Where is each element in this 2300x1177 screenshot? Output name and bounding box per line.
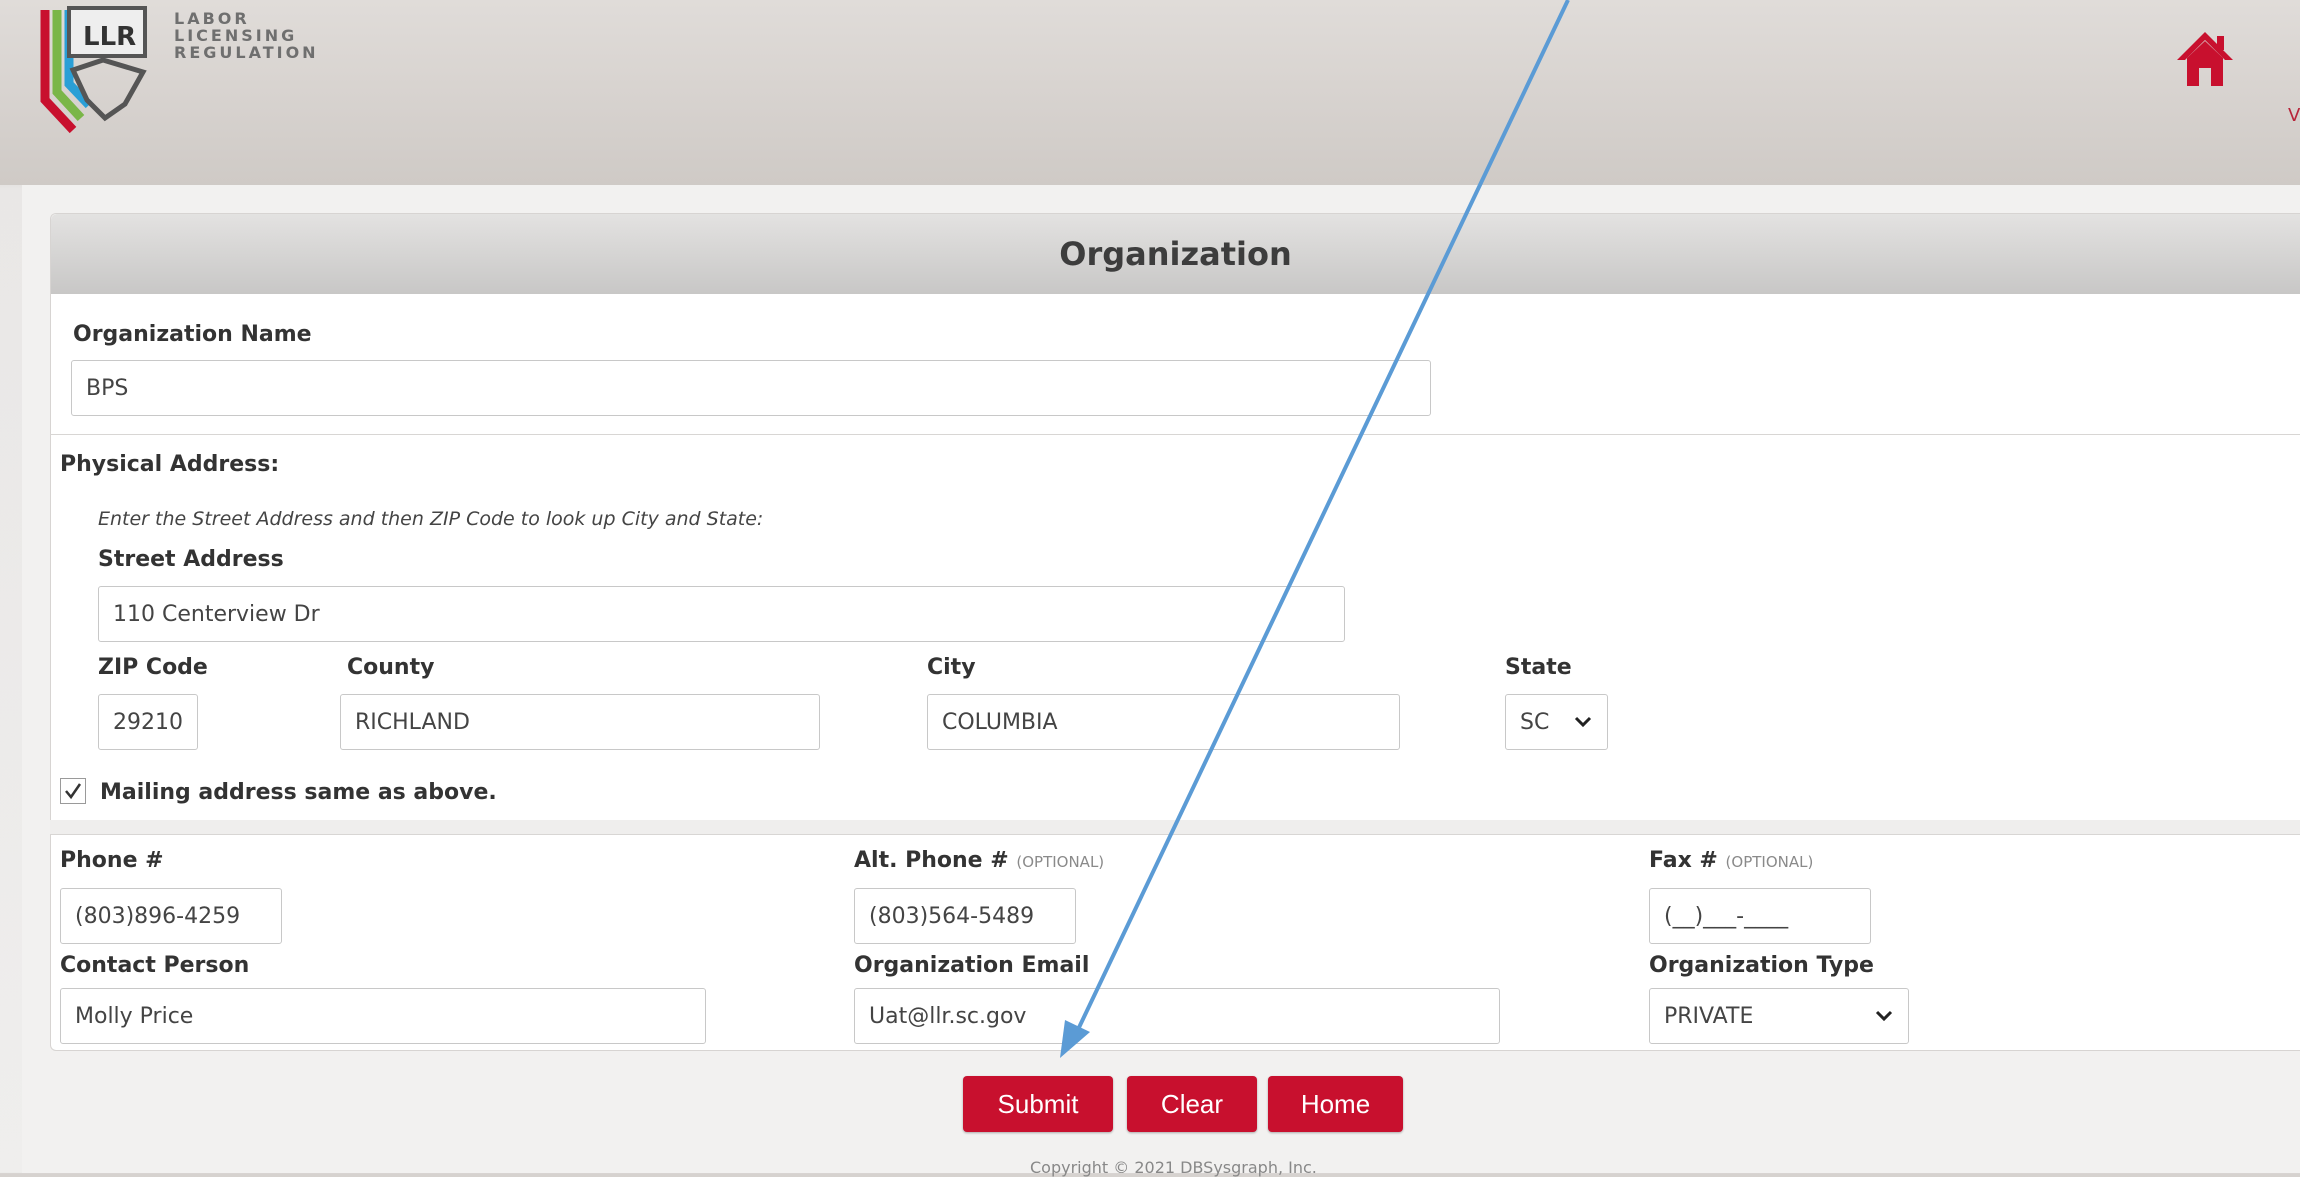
zip-label: ZIP Code <box>98 655 208 680</box>
alt-phone-label-text: Alt. Phone # <box>854 848 1009 873</box>
alt-phone-label: Alt. Phone # (OPTIONAL) <box>854 848 1104 873</box>
county-label: County <box>347 655 435 680</box>
checkmark-icon <box>65 783 82 800</box>
contact-person-input[interactable]: Molly Price <box>60 988 706 1044</box>
chevron-down-icon <box>1875 1010 1893 1022</box>
street-address-label: Street Address <box>98 547 284 572</box>
alt-phone-input[interactable]: (803)564-5489 <box>854 888 1076 944</box>
mailing-same-label[interactable]: Mailing address same as above. <box>100 780 497 805</box>
brand-wordmark: LABOR LICENSING REGULATION <box>174 10 319 61</box>
fax-label-text: Fax # <box>1649 848 1718 873</box>
physical-address-heading: Physical Address: <box>60 452 280 477</box>
form-header: Organization <box>51 214 2300 294</box>
fax-optional: (OPTIONAL) <box>1725 853 1814 871</box>
submit-button[interactable]: Submit <box>963 1076 1113 1132</box>
fax-label: Fax # (OPTIONAL) <box>1649 848 1813 873</box>
section-gap <box>50 820 2300 834</box>
address-hint: Enter the Street Address and then ZIP Co… <box>98 508 764 530</box>
county-input[interactable]: RICHLAND <box>340 694 820 750</box>
phone-label: Phone # <box>60 848 164 873</box>
clear-button[interactable]: Clear <box>1127 1076 1257 1132</box>
org-type-select-value: PRIVATE <box>1664 1003 1754 1029</box>
header-edge-text: V <box>2288 105 2300 126</box>
state-select[interactable]: SC <box>1505 694 1608 750</box>
org-name-input[interactable]: BPS <box>71 360 1431 416</box>
fax-input[interactable]: (__)___-____ <box>1649 888 1871 944</box>
mailing-same-checkbox[interactable] <box>60 778 86 804</box>
svg-text:LLR: LLR <box>83 22 136 52</box>
zip-input[interactable]: 29210 <box>98 694 198 750</box>
org-name-label: Organization Name <box>73 322 312 347</box>
alt-phone-optional: (OPTIONAL) <box>1016 853 1105 871</box>
phone-input[interactable]: (803)896-4259 <box>60 888 282 944</box>
street-address-input[interactable]: 110 Centerview Dr <box>98 586 1345 642</box>
city-input[interactable]: COLUMBIA <box>927 694 1400 750</box>
section-divider <box>50 434 2300 435</box>
app-header: LLR LABOR LICENSING REGULATION V <box>0 0 2300 185</box>
org-email-input[interactable]: Uat@llr.sc.gov <box>854 988 1500 1044</box>
brand-line-2: LICENSING <box>174 26 298 45</box>
state-select-value: SC <box>1520 709 1550 735</box>
city-label: City <box>927 655 976 680</box>
org-email-label: Organization Email <box>854 953 1090 978</box>
chevron-down-icon <box>1574 716 1592 728</box>
brand-line-3: REGULATION <box>174 43 319 62</box>
home-button[interactable]: Home <box>1268 1076 1403 1132</box>
home-icon[interactable] <box>2175 28 2235 90</box>
form-title: Organization <box>1059 235 1292 273</box>
org-type-select[interactable]: PRIVATE <box>1649 988 1909 1044</box>
brand-line-1: LABOR <box>174 9 250 28</box>
contact-person-label: Contact Person <box>60 953 250 978</box>
state-label: State <box>1505 655 1572 680</box>
section-divider <box>50 834 2300 835</box>
llr-logo[interactable]: LLR <box>25 0 165 150</box>
copyright-text: Copyright © 2021 DBSysgraph, Inc. <box>1030 1158 1317 1177</box>
org-type-label: Organization Type <box>1649 953 1874 978</box>
